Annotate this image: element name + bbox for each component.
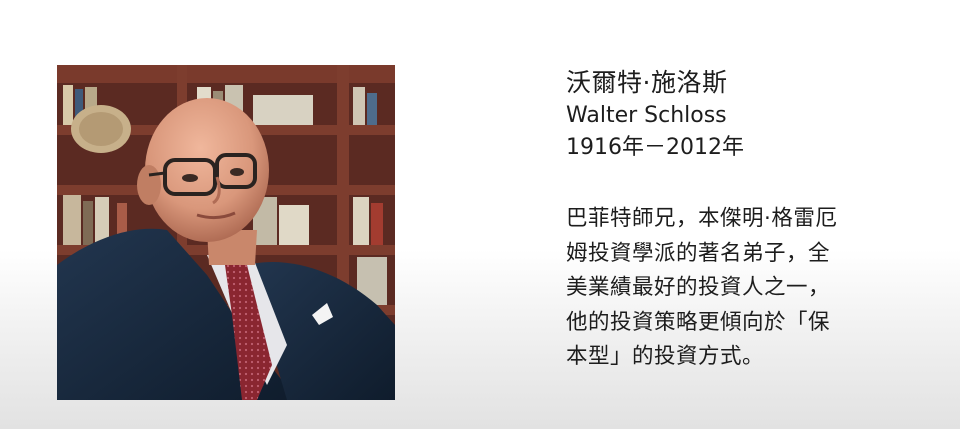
bio-line: 美業績最好的投資人之一， [566, 275, 831, 300]
lifespan-years: 1916年－2012年 [566, 135, 744, 160]
bio-line: 本型」的投資方式。 [566, 344, 765, 369]
portrait-photo [57, 65, 395, 400]
person-name-chinese: 沃爾特·施洛斯 [566, 68, 728, 97]
bio-line: 姆投資學派的著名弟子，全 [566, 240, 831, 266]
bio-line: 他的投資策略更傾向於「保 [566, 309, 831, 335]
profile-info: 沃爾特·施洛斯 Walter Schloss 1916年－2012年 巴菲特師兄… [566, 66, 946, 375]
biography-text: 巴菲特師兄，本傑明·格雷厄 姆投資學派的著名弟子，全 美業績最好的投資人之一， … [566, 202, 886, 375]
person-name-english: Walter Schloss [566, 103, 727, 128]
bio-line: 巴菲特師兄，本傑明·格雷厄 [566, 206, 838, 231]
